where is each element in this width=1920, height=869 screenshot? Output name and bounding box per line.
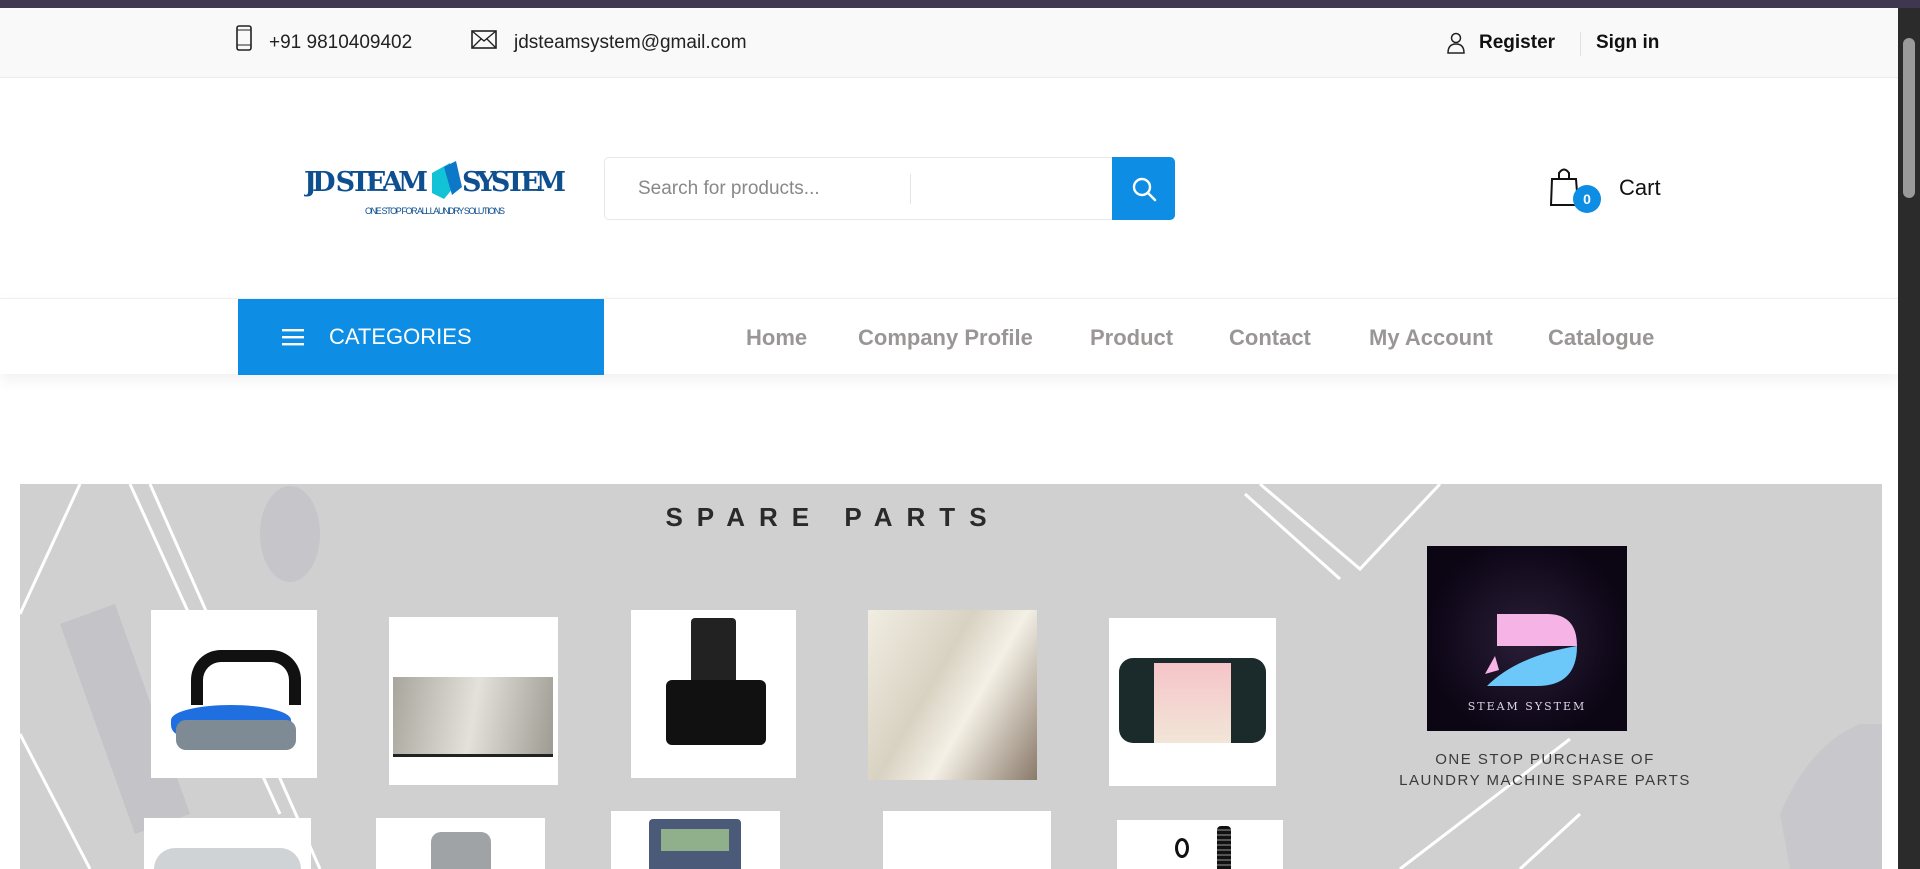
email-address: jdsteamsystem@gmail.com: [514, 32, 747, 53]
product-image-spring[interactable]: [1117, 820, 1283, 869]
user-icon: [1447, 32, 1465, 54]
svg-text:SYSTEM: SYSTEM: [462, 167, 566, 198]
phone-icon: [236, 25, 252, 51]
mail-icon: [471, 30, 497, 49]
cart-button[interactable]: 0 Cart: [1545, 165, 1675, 215]
nav-company-profile[interactable]: Company Profile: [858, 325, 1033, 351]
nav-my-account[interactable]: My Account: [1369, 325, 1493, 351]
search-icon: [1132, 177, 1156, 201]
browser-top-bar: [0, 0, 1920, 8]
main-navigation: CATEGORIES Home Company Profile Product …: [0, 298, 1898, 375]
categories-button[interactable]: CATEGORIES: [238, 299, 604, 375]
product-image-bracket[interactable]: [376, 818, 545, 869]
banner-tagline-line-2: LAUNDRY MACHINE SPARE PARTS: [1399, 772, 1691, 789]
product-image-cylinder[interactable]: [144, 818, 311, 869]
nav-contact[interactable]: Contact: [1229, 325, 1311, 351]
phone-number: +91 9810409402: [269, 32, 413, 53]
search-button[interactable]: [1112, 157, 1175, 220]
cart-label: Cart: [1619, 175, 1661, 200]
product-image-solenoid-coil[interactable]: [1109, 618, 1276, 786]
hamburger-menu-icon: [282, 329, 304, 346]
product-image-valve[interactable]: [631, 610, 796, 778]
search-divider: [910, 174, 911, 204]
spare-parts-banner[interactable]: SPARE PARTS STEAM SYSTEM ONE STOP PURCHA…: [20, 484, 1882, 869]
nav-home[interactable]: Home: [746, 325, 807, 351]
banner-title: SPARE PARTS: [665, 502, 1001, 532]
product-image-padding-felt[interactable]: [868, 610, 1037, 780]
signin-link[interactable]: Sign in: [1596, 32, 1659, 54]
product-image-controller[interactable]: [611, 811, 780, 869]
cart-count-badge: 0: [1573, 185, 1601, 213]
product-image-steam-iron[interactable]: [151, 610, 317, 778]
brand-logo-text: STEAM SYSTEM: [1468, 700, 1587, 713]
svg-text:ONE STOP FOR ALL LAUNDRY SOLUT: ONE STOP FOR ALL LAUNDRY SOLUTIONS: [365, 206, 505, 216]
nav-product[interactable]: Product: [1090, 325, 1173, 351]
search-input[interactable]: [605, 158, 905, 219]
divider: [1580, 32, 1581, 56]
site-logo[interactable]: JD STEAM SYSTEM ONE STOP FOR ALL LAUNDRY…: [304, 157, 566, 221]
search-bar: [604, 157, 1175, 220]
banner-tagline-line-1: ONE STOP PURCHASE OF: [1435, 751, 1655, 768]
product-image-part[interactable]: [883, 811, 1051, 869]
jd-steam-system-logo: STEAM SYSTEM: [1427, 546, 1627, 731]
top-bar: +91 9810409402 jdsteamsystem@gmail.com R…: [0, 8, 1898, 78]
nav-catalogue[interactable]: Catalogue: [1548, 325, 1654, 351]
svg-text:JD STEAM: JD STEAM: [304, 167, 428, 198]
categories-label: CATEGORIES: [329, 324, 472, 349]
scrollbar-thumb[interactable]: [1903, 38, 1915, 198]
product-image-mesh-drum[interactable]: [389, 617, 558, 785]
register-link[interactable]: Register: [1479, 32, 1555, 54]
